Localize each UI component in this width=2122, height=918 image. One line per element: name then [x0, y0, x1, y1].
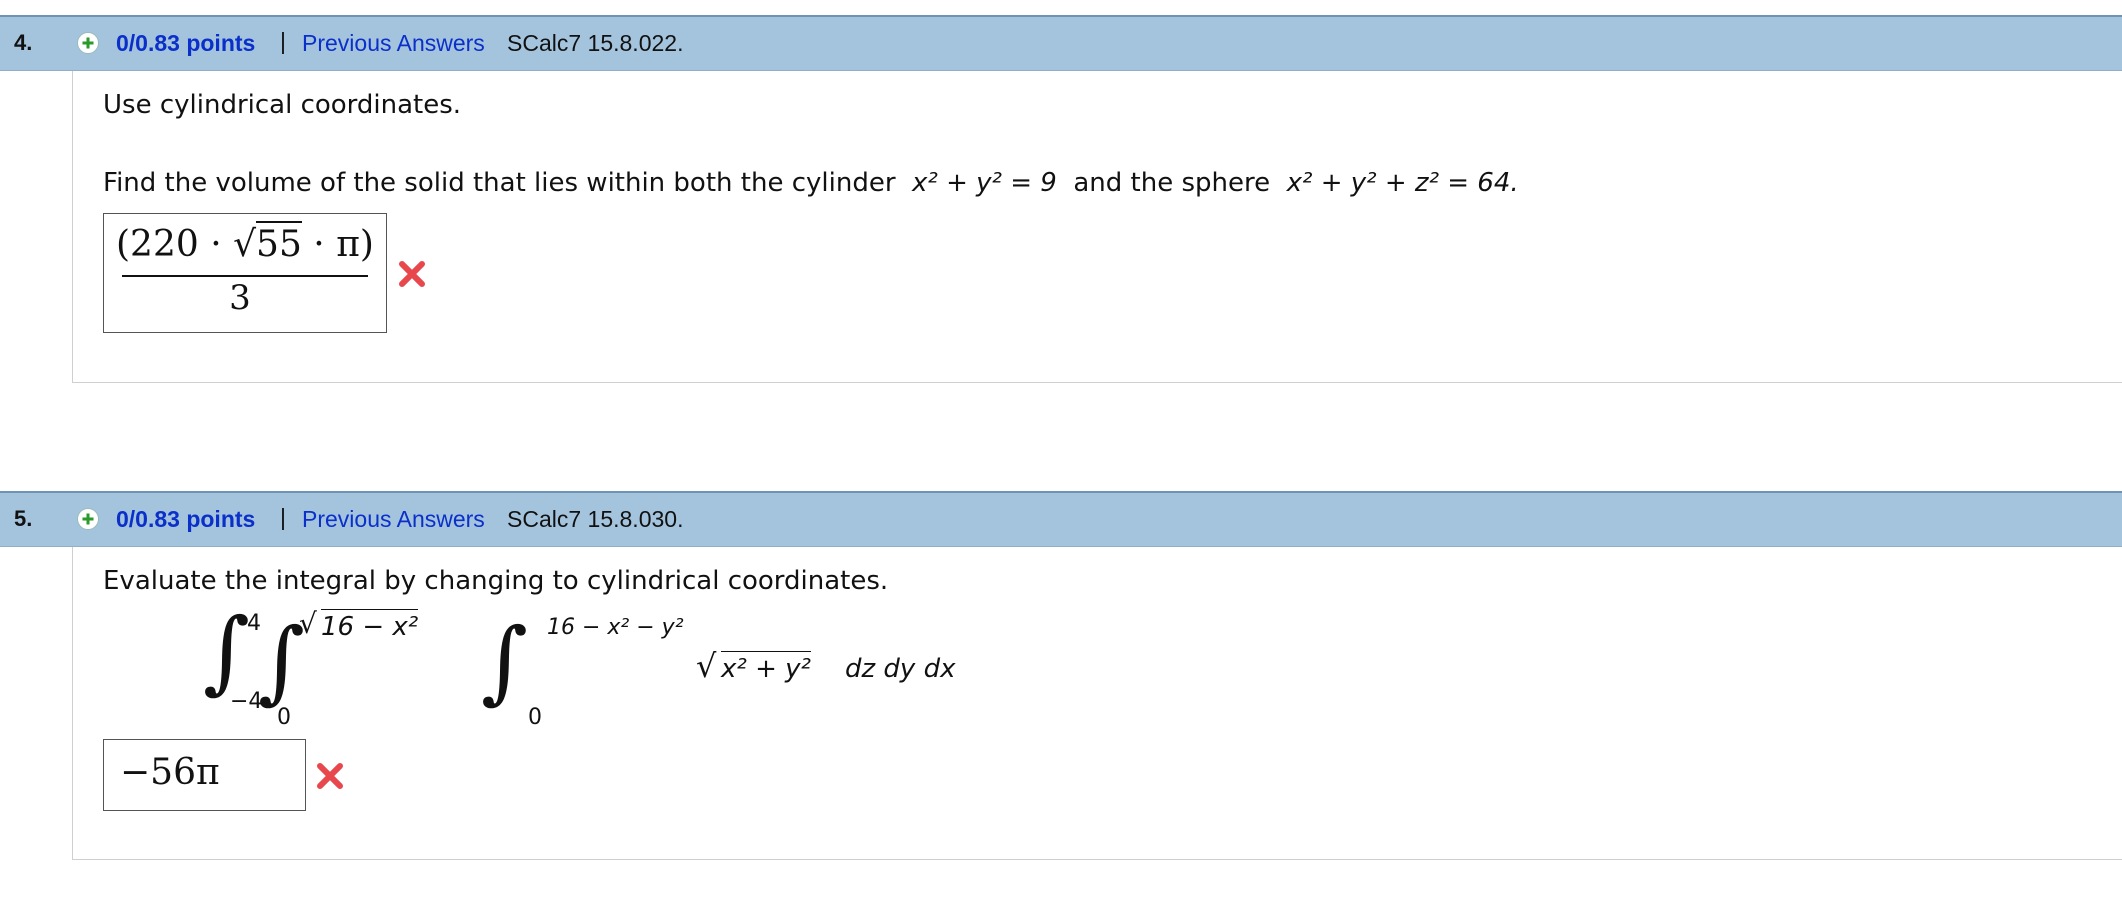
question-body: Use cylindrical coordinates. Find the vo… — [72, 71, 2122, 383]
integrand-sqrt: √ — [696, 647, 717, 685]
answer-box[interactable]: −56π — [103, 739, 306, 811]
sphere-equation: x² + y² + z² = 64. — [1286, 168, 1519, 198]
inner-upper-limit: 16 − x² − y² — [547, 615, 684, 640]
cylinder-equation: x² + y² = 9 — [912, 168, 1057, 198]
middle-integral-sign: ∫ — [258, 609, 305, 714]
numerator-left: (220 · — [116, 224, 234, 265]
question-number: 5. — [14, 506, 33, 531]
x-mark-icon — [399, 261, 425, 287]
triple-integral: ∫ 4 −4 ∫ √ 16 − x² 0 ∫ 16 − x² − y² 0 √ … — [203, 607, 1003, 737]
answer-denominator: 3 — [229, 278, 251, 318]
question-header: 5. 0/0.83 points | Previous Answers SCal… — [0, 491, 2122, 547]
previous-answers-link[interactable]: Previous Answers — [302, 506, 485, 533]
integrand-differentials: dz dy dx — [845, 654, 956, 684]
separator: | — [280, 28, 286, 54]
sqrt-symbol: √ — [233, 224, 257, 265]
previous-answers-link[interactable]: Previous Answers — [302, 30, 485, 57]
numerator-right: · π) — [301, 224, 374, 265]
integrand-radicand: x² + y² — [721, 651, 811, 684]
expand-plus-icon[interactable] — [77, 32, 99, 54]
radicand: 55 — [256, 221, 302, 265]
question-code: SCalc7 15.8.022. — [507, 30, 684, 56]
instruction-text: Evaluate the integral by changing to cyl… — [103, 566, 889, 596]
prompt-mid: and the sphere — [1073, 168, 1271, 198]
answer-value: −56π — [120, 752, 220, 793]
middle-upper-limit: 16 − x² — [321, 609, 419, 642]
question-body: Evaluate the integral by changing to cyl… — [72, 547, 2122, 860]
question-number: 4. — [14, 30, 33, 55]
expand-plus-icon[interactable] — [77, 508, 99, 530]
instruction-text: Use cylindrical coordinates. — [103, 90, 462, 120]
inner-integral-sign: ∫ — [481, 609, 528, 714]
outer-integral-sign: ∫ — [203, 599, 250, 704]
question-prompt: Find the volume of the solid that lies w… — [103, 168, 1519, 198]
points-label[interactable]: 0/0.83 points — [116, 506, 255, 533]
prompt-lead: Find the volume of the solid that lies w… — [103, 168, 896, 198]
question-header: 4. 0/0.83 points | Previous Answers SCal… — [0, 15, 2122, 71]
middle-upper-sqrt: √ — [299, 607, 317, 640]
points-label[interactable]: 0/0.83 points — [116, 30, 255, 57]
fraction-bar — [122, 275, 368, 277]
x-mark-icon — [317, 763, 343, 789]
answer-box[interactable]: (220 · √55 · π) 3 — [103, 213, 387, 333]
inner-lower-limit: 0 — [528, 705, 542, 730]
separator: | — [280, 504, 286, 530]
question-code: SCalc7 15.8.030. — [507, 506, 684, 532]
answer-numerator: (220 · √55 · π) — [116, 221, 374, 265]
middle-lower-limit: 0 — [277, 705, 291, 730]
